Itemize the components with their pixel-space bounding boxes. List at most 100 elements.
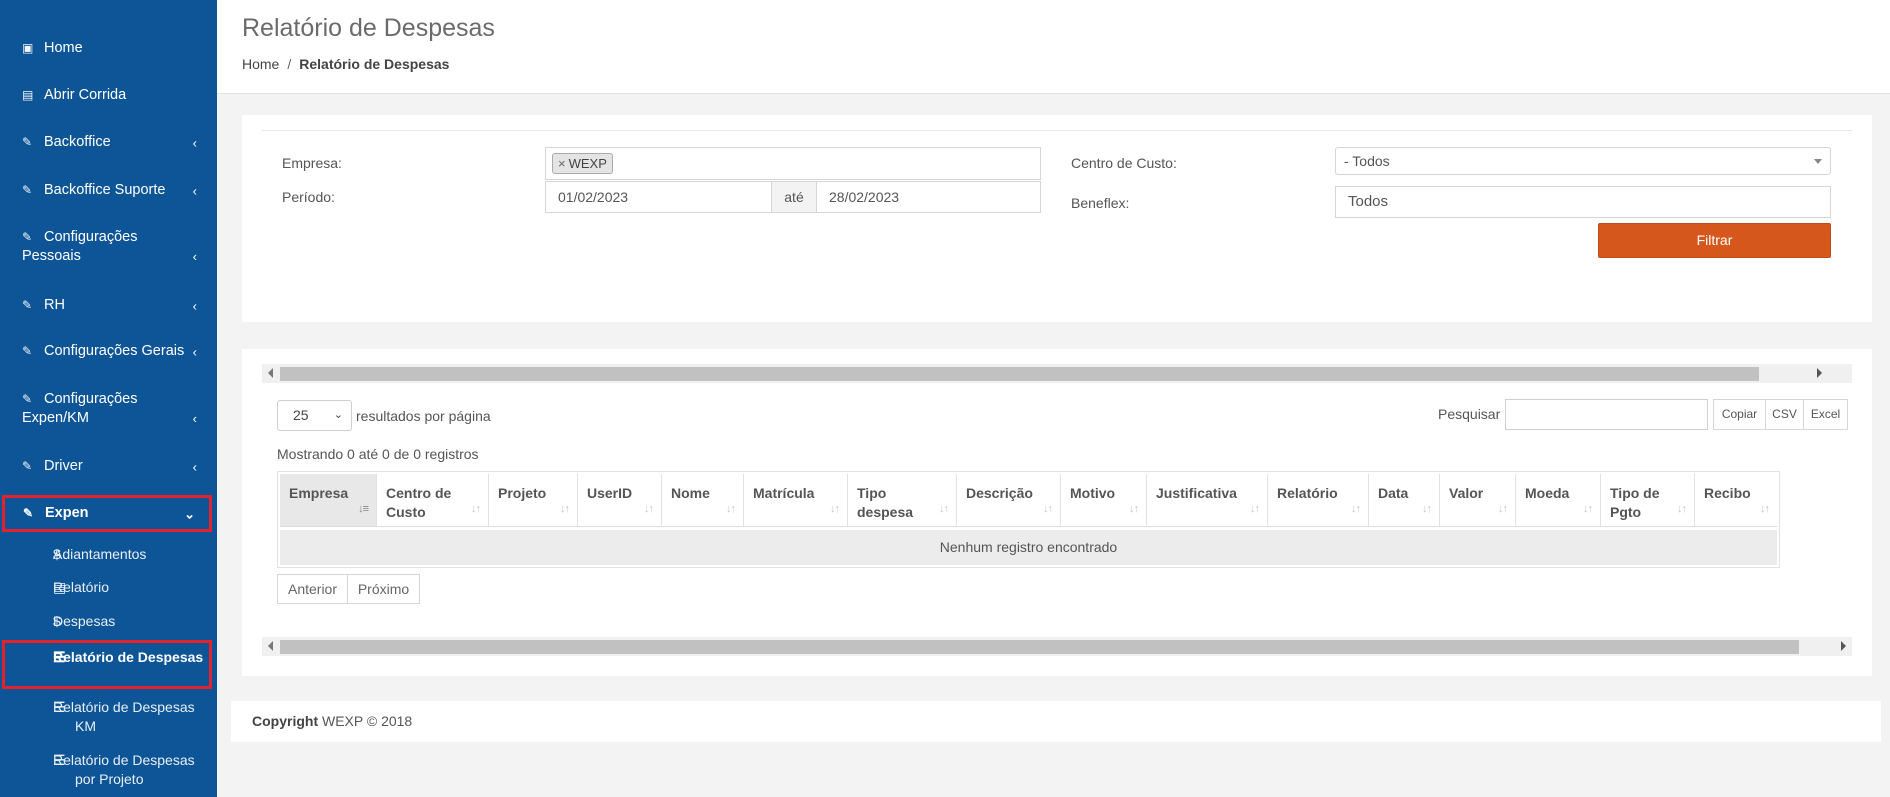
scroll-right-arrow-icon[interactable] — [1841, 641, 1846, 651]
edit-icon: ✎ — [22, 344, 33, 358]
column-header-moeda[interactable]: Moeda ↓↑ — [1516, 474, 1601, 527]
column-header-recibo[interactable]: Recibo ↓↑ — [1695, 474, 1777, 527]
column-header-label: Justificativa — [1156, 485, 1237, 501]
sidebar-subitem-relatorio-de-despesas-por-projeto[interactable]: ☰ Relatório de Despesas por Projeto — [0, 751, 217, 789]
page-length-select[interactable]: 25 ⌄ — [277, 400, 352, 431]
column-header-motivo[interactable]: Motivo ↓↑ — [1061, 474, 1147, 527]
sort-icon: ↓↑ — [1250, 503, 1260, 515]
column-header-label: Tipo — [857, 485, 887, 501]
periodo-label: Período: — [282, 189, 335, 205]
sidebar-item-label: Configurações Gerais — [44, 343, 185, 359]
tag-remove-icon[interactable]: × — [558, 156, 566, 171]
column-header-userid[interactable]: UserID ↓↑ — [578, 474, 662, 527]
previous-page-button[interactable]: Anterior — [277, 574, 348, 604]
sort-icon: ↓↑ — [644, 503, 654, 515]
chevron-left-icon: ‹ — [192, 411, 197, 426]
table-info: Mostrando 0 até 0 de 0 registros — [277, 446, 479, 462]
sidebar-subitem-relatorio-de-despesas[interactable]: ☰ Relatório de Despesas — [2, 640, 212, 689]
sidebar-item-backoffice-suporte[interactable]: ✎ Backoffice Suporte ‹ — [0, 181, 217, 200]
column-header-relatorio[interactable]: Relatório ↓↑ — [1268, 474, 1369, 527]
column-header-label: Matrícula — [753, 485, 815, 501]
table-empty-row: Nenhum registro encontrado — [280, 530, 1777, 565]
sidebar-item-label-line2: Expen/KM — [22, 410, 89, 426]
sidebar: ▣ Home ▤ Abrir Corrida ✎ Backoffice ‹ ✎ … — [0, 0, 217, 797]
dollar-icon: $ — [53, 613, 61, 629]
caret-down-icon — [1814, 159, 1822, 164]
scroll-left-arrow-icon[interactable] — [268, 641, 273, 651]
column-header-projeto[interactable]: Projeto ↓↑ — [489, 474, 578, 527]
column-header-nome[interactable]: Nome ↓↑ — [662, 474, 744, 527]
scrollbar-thumb[interactable] — [280, 640, 1799, 654]
edit-icon: ✎ — [22, 392, 33, 406]
next-page-button[interactable]: Próximo — [347, 574, 420, 604]
report-icon: ▤ — [53, 579, 67, 595]
sidebar-subitem-label: Adiantamentos — [53, 546, 147, 562]
edit-icon: ✎ — [23, 506, 34, 520]
scroll-right-arrow-icon[interactable] — [1817, 368, 1822, 378]
empresa-tag-label: WEXP — [568, 156, 607, 171]
column-header-data[interactable]: Data ↓↑ — [1369, 474, 1440, 527]
sort-icon: ↓↑ — [830, 503, 840, 515]
sidebar-item-label: Configurações — [44, 229, 138, 245]
beneflex-input[interactable]: Todos — [1335, 186, 1831, 218]
edit-icon: ✎ — [22, 230, 33, 244]
column-header-descricao[interactable]: Descrição ↓↑ — [957, 474, 1061, 527]
sidebar-item-abrir-corrida[interactable]: ▤ Abrir Corrida — [0, 86, 217, 105]
list-icon: ☰ — [53, 752, 66, 768]
sidebar-item-driver[interactable]: ✎ Driver ‹ — [0, 457, 217, 476]
column-header-tipo-de-pgto[interactable]: Tipo de Pgto ↓↑ — [1601, 474, 1695, 527]
sidebar-subitem-adiantamentos[interactable]: $ Adiantamentos — [0, 545, 217, 564]
copyright-text: WEXP © 2018 — [322, 713, 413, 729]
search-input[interactable] — [1505, 399, 1708, 430]
sidebar-item-rh[interactable]: ✎ RH ‹ — [0, 296, 217, 315]
sidebar-item-label: Driver — [44, 458, 83, 474]
scrollbar-thumb[interactable] — [280, 367, 1759, 381]
sidebar-item-configuracoes-pessoais[interactable]: ✎ Configurações Pessoais ‹ — [0, 228, 217, 268]
sidebar-subitem-relatorio[interactable]: ▤ Relatório — [0, 578, 217, 597]
date-from-input[interactable]: 01/02/2023 — [545, 181, 772, 213]
excel-button[interactable]: Excel — [1803, 399, 1848, 430]
column-header-label: Descrição — [966, 485, 1033, 501]
sidebar-subitem-relatorio-de-despesas-km[interactable]: ☰ Relatório de Despesas KM — [0, 698, 217, 736]
sidebar-item-label: Abrir Corrida — [44, 87, 127, 103]
sort-icon: ↓↑ — [939, 503, 949, 515]
edit-icon: ✎ — [22, 135, 33, 149]
sidebar-subitem-despesas[interactable]: $ Despesas — [0, 612, 217, 631]
laptop-icon: ▣ — [22, 41, 34, 55]
column-header-empresa[interactable]: Empresa ↓≡ — [280, 474, 377, 527]
column-header-centro-de-custo[interactable]: Centro de Custo ↓↑ — [377, 474, 489, 527]
sidebar-item-expen[interactable]: ✎ Expen ⌄ — [2, 495, 212, 532]
copyright-label: Copyright — [252, 713, 319, 729]
sidebar-item-backoffice[interactable]: ✎ Backoffice ‹ — [0, 133, 217, 152]
beneflex-label: Beneflex: — [1071, 195, 1130, 211]
empresa-select[interactable]: × WEXP — [545, 147, 1041, 180]
sidebar-item-label: Home — [44, 40, 83, 56]
sidebar-item-configuracoes-gerais[interactable]: ✎ Configurações Gerais ‹ — [0, 342, 217, 361]
column-header-justificativa[interactable]: Justificativa ↓↑ — [1147, 474, 1268, 527]
column-header-label: Motivo — [1070, 485, 1116, 501]
horizontal-scrollbar-bottom[interactable] — [262, 637, 1852, 656]
scroll-left-arrow-icon[interactable] — [268, 368, 273, 378]
column-header-matricula[interactable]: Matrícula ↓↑ — [744, 474, 848, 527]
date-to-input[interactable]: 28/02/2023 — [816, 181, 1041, 213]
search-label: Pesquisar — [1438, 406, 1501, 422]
csv-button[interactable]: CSV — [1765, 399, 1804, 430]
breadcrumb-home[interactable]: Home — [242, 56, 279, 72]
sidebar-item-label: Expen — [45, 505, 89, 521]
sidebar-item-configuracoes-expen-km[interactable]: ✎ Configurações Expen/KM ‹ — [0, 390, 217, 430]
horizontal-scrollbar-top[interactable] — [262, 364, 1852, 383]
sidebar-item-home[interactable]: ▣ Home — [0, 39, 217, 58]
chevron-left-icon: ‹ — [192, 344, 197, 359]
data-table: Empresa ↓≡ Centro de Custo ↓↑ Projeto ↓↑ Use… — [277, 471, 1780, 568]
copy-button[interactable]: Copiar — [1713, 399, 1766, 430]
sidebar-subitem-label: Despesas — [53, 613, 116, 629]
centro-custo-select[interactable]: - Todos — [1335, 147, 1831, 175]
column-header-tipo-despesa[interactable]: Tipo despesa ↓↑ — [848, 474, 957, 527]
chevron-left-icon: ‹ — [192, 249, 197, 264]
calendar-icon: ▤ — [22, 88, 34, 102]
sort-icon: ↓↑ — [1351, 503, 1361, 515]
column-header-valor[interactable]: Valor ↓↑ — [1440, 474, 1516, 527]
list-icon: ☰ — [53, 699, 66, 715]
sort-icon: ↓↑ — [1422, 503, 1432, 515]
filter-button[interactable]: Filtrar — [1598, 223, 1831, 258]
